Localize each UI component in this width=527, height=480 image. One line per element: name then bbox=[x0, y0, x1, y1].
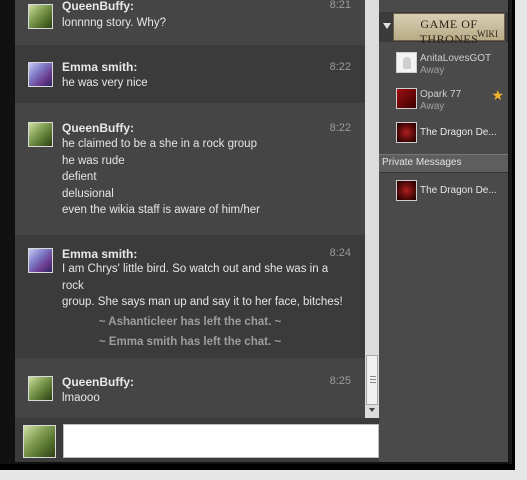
user-status: Away bbox=[420, 65, 445, 76]
message-username[interactable]: QueenBuffy: bbox=[62, 375, 134, 389]
message-input[interactable] bbox=[63, 424, 379, 458]
system-message: ~ Emma smith has left the chat. ~ bbox=[98, 336, 282, 348]
message-username[interactable]: QueenBuffy: bbox=[62, 121, 134, 135]
message-time: 8:25 bbox=[329, 375, 351, 387]
avatar bbox=[396, 88, 417, 109]
wiki-header: GAME OF THRONES WIKI bbox=[379, 12, 508, 46]
user-name: AnitaLovesGOT bbox=[420, 53, 492, 64]
message-text: lmaooo bbox=[62, 392, 100, 404]
message-scrollbar[interactable] bbox=[365, 0, 379, 418]
private-messages-header: Private Messages bbox=[379, 154, 508, 173]
message-username[interactable]: QueenBuffy: bbox=[62, 0, 134, 13]
window-edge bbox=[0, 464, 516, 470]
chat-message: Emma smith: 8:24 I am Chrys' little bird… bbox=[15, 235, 365, 358]
avatar[interactable] bbox=[28, 376, 53, 401]
my-avatar bbox=[23, 425, 56, 458]
private-message-item[interactable]: The Dragon De... bbox=[396, 180, 508, 210]
chat-message: QueenBuffy: 8:21 lonnnng story. Why? bbox=[15, 0, 365, 45]
chat-message: QueenBuffy: 8:25 lmaooo bbox=[15, 358, 365, 418]
message-username[interactable]: Emma smith: bbox=[62, 247, 137, 261]
user-list-item[interactable]: Opark 77 Away ★ bbox=[396, 87, 508, 118]
system-message: ~ Ashanticleer has left the chat. ~ bbox=[98, 316, 282, 328]
user-name: The Dragon De... bbox=[420, 127, 497, 138]
message-time: 8:21 bbox=[329, 0, 351, 11]
star-icon: ★ bbox=[491, 87, 504, 103]
message-list: QueenBuffy: 8:21 lonnnng story. Why? Emm… bbox=[15, 0, 365, 418]
avatar bbox=[396, 122, 417, 143]
message-time: 8:24 bbox=[329, 247, 351, 259]
chevron-down-icon[interactable] bbox=[383, 23, 391, 29]
message-text: he claimed to be a she in a rock group h… bbox=[62, 138, 260, 216]
message-text: lonnnng story. Why? bbox=[62, 17, 166, 29]
avatar[interactable] bbox=[28, 4, 53, 29]
message-text: he was very nice bbox=[62, 77, 148, 89]
avatar bbox=[396, 180, 417, 201]
user-list-item[interactable]: AnitaLovesGOT Away bbox=[396, 52, 508, 82]
user-name: The Dragon De... bbox=[420, 185, 497, 196]
avatar bbox=[396, 52, 417, 73]
avatar[interactable] bbox=[28, 122, 53, 147]
wiki-logo[interactable]: GAME OF THRONES WIKI bbox=[393, 13, 505, 46]
avatar[interactable] bbox=[28, 248, 53, 273]
user-status: Away bbox=[420, 101, 445, 112]
user-list-sidebar: GAME OF THRONES WIKI AnitaLovesGOT Away … bbox=[379, 0, 508, 462]
avatar[interactable] bbox=[28, 62, 53, 87]
message-username[interactable]: Emma smith: bbox=[62, 60, 137, 74]
chat-message: QueenBuffy: 8:22 he claimed to be a she … bbox=[15, 103, 365, 235]
page-background bbox=[515, 0, 527, 480]
chat-message: Emma smith: 8:22 he was very nice bbox=[15, 45, 365, 103]
logo-subtitle: WIKI bbox=[477, 29, 498, 39]
section-title: Private Messages bbox=[382, 157, 462, 168]
scrollbar-thumb[interactable] bbox=[366, 355, 378, 405]
composer bbox=[15, 418, 379, 462]
scroll-down-arrow-icon[interactable] bbox=[369, 408, 375, 412]
user-list-item[interactable]: The Dragon De... bbox=[396, 122, 508, 152]
message-time: 8:22 bbox=[329, 122, 351, 134]
message-text: I am Chrys' little bird. So watch out an… bbox=[62, 263, 343, 308]
message-time: 8:22 bbox=[329, 61, 351, 73]
